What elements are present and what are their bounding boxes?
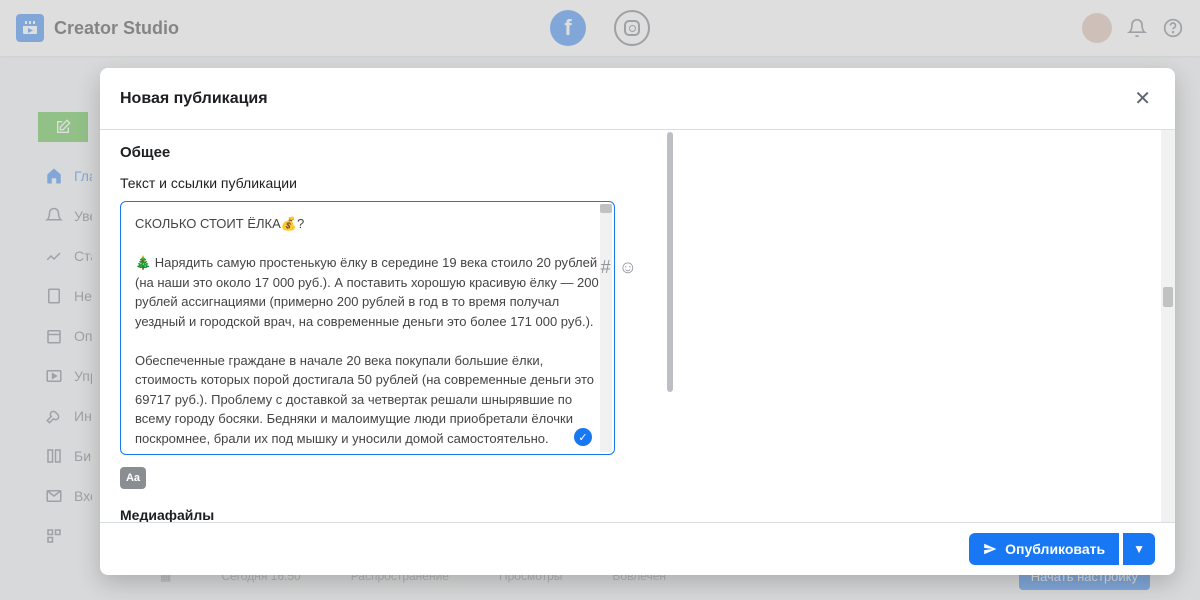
modal-title: Новая публикация bbox=[120, 90, 268, 108]
text-style-button[interactable]: Aa bbox=[120, 467, 146, 489]
section-general-title: Общее bbox=[120, 144, 655, 161]
new-post-modal: Новая публикация ✕ Общее Текст и ссылки … bbox=[100, 68, 1175, 575]
modal-outer-scrollbar[interactable] bbox=[1161, 130, 1175, 522]
publish-options-button[interactable]: ▼ bbox=[1123, 533, 1155, 565]
modal-form-column: Общее Текст и ссылки публикации СКОЛЬКО … bbox=[100, 130, 675, 522]
modal-preview-column bbox=[675, 130, 1175, 522]
publish-button[interactable]: Опубликовать bbox=[969, 533, 1119, 565]
publish-button-label: Опубликовать bbox=[1005, 541, 1105, 557]
modal-header: Новая публикация ✕ bbox=[100, 68, 1175, 130]
emoji-icon[interactable]: ☺ bbox=[619, 257, 637, 278]
modal-inner-scrollbar[interactable] bbox=[665, 132, 673, 520]
hashtag-icon[interactable]: # bbox=[601, 257, 611, 278]
close-icon[interactable]: ✕ bbox=[1130, 82, 1155, 115]
check-icon: ✓ bbox=[574, 428, 592, 446]
post-text-label: Текст и ссылки публикации bbox=[120, 175, 655, 191]
textarea-scrollbar[interactable] bbox=[600, 204, 612, 452]
modal-body: Общее Текст и ссылки публикации СКОЛЬКО … bbox=[100, 130, 1175, 522]
post-text-field[interactable]: СКОЛЬКО СТОИТ ЁЛКА💰? 🎄 Нарядить самую пр… bbox=[120, 201, 615, 455]
post-text-input[interactable]: СКОЛЬКО СТОИТ ЁЛКА💰? 🎄 Нарядить самую пр… bbox=[121, 202, 614, 454]
media-section-title: Медиафайлы bbox=[120, 507, 655, 522]
send-icon bbox=[983, 542, 997, 556]
modal-footer: Опубликовать ▼ bbox=[100, 522, 1175, 575]
